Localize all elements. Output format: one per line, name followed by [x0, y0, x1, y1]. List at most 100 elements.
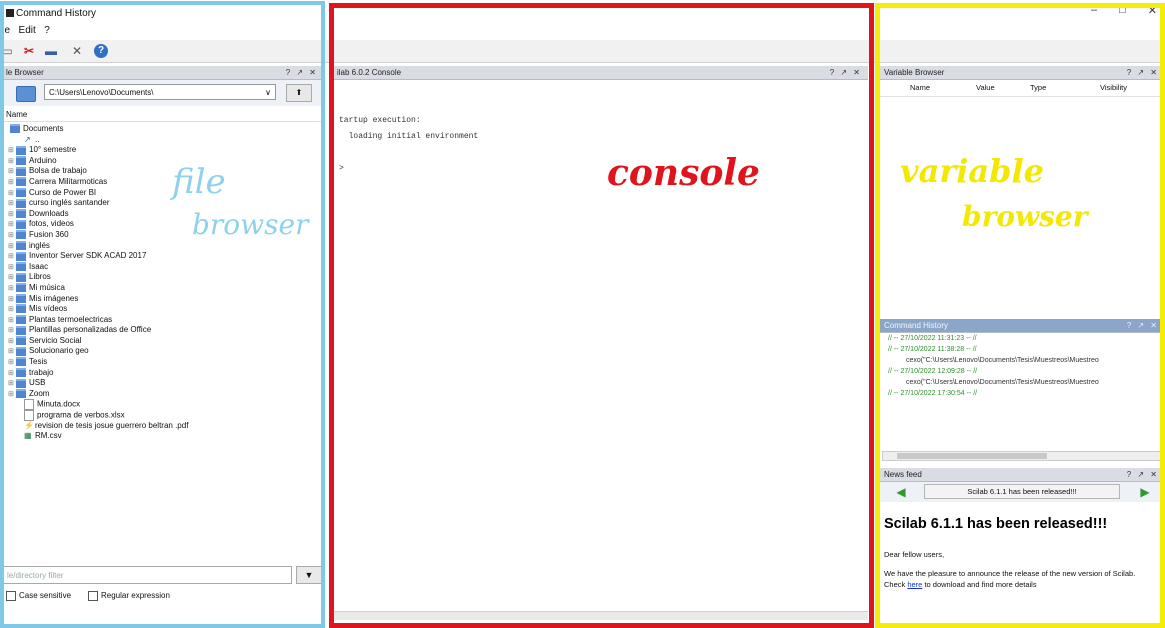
- next-arrow-icon[interactable]: ▶: [1136, 485, 1154, 499]
- tree-item-label: ..: [35, 134, 40, 144]
- console-header: ilab 6.0.2 Console ? ↗ ✕: [333, 66, 868, 80]
- help-icon[interactable]: ?: [94, 44, 108, 58]
- regex-checkbox[interactable]: [88, 590, 98, 601]
- history-session[interactable]: // -- 27/10/2022 11:31:23 -- //: [888, 335, 977, 342]
- folder-icon: [16, 272, 26, 282]
- menu-edit[interactable]: Edit: [19, 25, 36, 36]
- tree-item[interactable]: ⊞ trabajo: [2, 368, 320, 379]
- news-greeting: Dear fellow users,: [884, 550, 945, 559]
- tree-item-label: inglés: [29, 240, 50, 250]
- history-session[interactable]: // -- 27/10/2022 17:30:54 -- //: [888, 390, 977, 397]
- parent-directory-button[interactable]: ⬆: [286, 84, 312, 102]
- filter-input[interactable]: le/directory filter: [2, 566, 292, 584]
- tree-item-label: Mis imágenes: [29, 293, 79, 303]
- minimize-button[interactable]: –: [1091, 4, 1097, 17]
- folder-icon: [16, 315, 26, 325]
- console-scrollbar[interactable]: [333, 611, 868, 620]
- print-icon[interactable]: ▬: [44, 44, 58, 58]
- tree-item[interactable]: ⊞ Tesis: [2, 357, 320, 368]
- maximize-button[interactable]: □: [1119, 4, 1126, 17]
- case-sensitive-option[interactable]: Case sensitive: [6, 590, 71, 602]
- tree-item[interactable]: ⊞ Isaac: [2, 262, 320, 273]
- close-button[interactable]: ✕: [1148, 4, 1157, 17]
- news-headline: Scilab 6.1.1 has been released!!!: [884, 516, 1108, 532]
- news-body: We have the pleasure to announce the rel…: [884, 568, 1154, 590]
- panel-controls[interactable]: ? ↗ ✕: [1127, 319, 1159, 333]
- tree-item[interactable]: ⚡revision de tesis josue guerrero beltra…: [2, 421, 320, 432]
- file-tree: Documents ↗.. ⊞ 10° semestre ⊞ Arduino ⊞ Bolsa …: [2, 124, 320, 442]
- console-panel[interactable]: ilab 6.0.2 Console ? ↗ ✕ tartup executio…: [333, 66, 868, 622]
- cut-icon[interactable]: ✂: [22, 44, 36, 58]
- document-icon: [24, 410, 34, 422]
- tree-item[interactable]: ↗..: [2, 135, 320, 146]
- tree-item[interactable]: ⊞ Carrera Militarmoticas: [2, 177, 320, 188]
- column-name[interactable]: Name: [910, 80, 930, 96]
- tree-item[interactable]: ⊞ Libros: [2, 272, 320, 283]
- console-line: loading initial environment: [339, 132, 479, 141]
- tree-item[interactable]: ⊞ USB: [2, 378, 320, 389]
- scroll-thumb[interactable]: [897, 453, 1047, 459]
- variable-browser-header: Variable Browser ? ↗ ✕: [880, 66, 1165, 80]
- folder-icon: [16, 346, 26, 356]
- copy-icon[interactable]: ▭: [0, 44, 14, 58]
- news-feed-header: News feed ? ↗ ✕: [880, 468, 1165, 482]
- menu-help[interactable]: ?: [44, 25, 50, 36]
- tree-item[interactable]: ⊞ Bolsa de trabajo: [2, 166, 320, 177]
- tree-item[interactable]: ⊞ Mi música: [2, 283, 320, 294]
- path-combobox[interactable]: C:\Users\Lenovo\Documents\ ∨: [44, 84, 276, 100]
- panel-controls[interactable]: ? ↗ ✕: [1127, 66, 1159, 80]
- panel-controls[interactable]: ? ↗ ✕: [286, 66, 318, 80]
- column-header-name[interactable]: Name: [2, 108, 324, 122]
- console-title: ilab 6.0.2 Console: [337, 68, 402, 77]
- regex-option[interactable]: Regular expression: [88, 590, 170, 602]
- tree-item[interactable]: ⊞ Zoom: [2, 389, 320, 400]
- tree-item[interactable]: ⊞ Arduino: [2, 156, 320, 167]
- tree-item[interactable]: ⊞ Curso de Power BI: [2, 188, 320, 199]
- news-feed-panel: News feed ? ↗ ✕ ◀ Scilab 6.1.1 has been …: [880, 468, 1165, 624]
- file-browser-title: le Browser: [6, 68, 44, 77]
- tree-item-label: trabajo: [29, 367, 54, 377]
- tools-icon[interactable]: ✕: [70, 44, 84, 58]
- tree-item[interactable]: ⊞ Solucionario geo: [2, 346, 320, 357]
- history-scrollbar[interactable]: [882, 451, 1163, 461]
- history-command[interactable]: cexo("C:\Users\Lenovo\Documents\Tesis\Mu…: [906, 379, 1099, 386]
- filter-icon[interactable]: ▼: [296, 566, 322, 584]
- file-browser-annotation: browser: [192, 208, 309, 241]
- panel-controls[interactable]: ? ↗ ✕: [830, 66, 862, 80]
- history-command[interactable]: cexo("C:\Users\Lenovo\Documents\Tesis\Mu…: [906, 357, 1099, 364]
- column-value[interactable]: Value: [976, 80, 995, 96]
- column-visibility[interactable]: Visibility: [1100, 80, 1127, 96]
- folder-icon: [16, 209, 26, 219]
- column-type[interactable]: Type: [1030, 80, 1046, 96]
- console-annotation: console: [607, 152, 760, 194]
- tree-item[interactable]: ⊞ Plantillas personalizadas de Office: [2, 325, 320, 336]
- tree-item[interactable]: ⊞ 10° semestre: [2, 145, 320, 156]
- previous-arrow-icon[interactable]: ◀: [892, 485, 910, 499]
- history-session[interactable]: // -- 27/10/2022 12:09:28 -- //: [888, 368, 977, 375]
- tree-item[interactable]: ⊞ Mis vídeos: [2, 304, 320, 315]
- tree-item-label: Fusion 360: [29, 229, 69, 239]
- console-prompt[interactable]: >: [339, 164, 344, 173]
- tree-item[interactable]: ⊞ Servicio Social: [2, 336, 320, 347]
- menu-file[interactable]: ile: [0, 25, 10, 36]
- tree-item[interactable]: ⊞ Plantas termoelectricas: [2, 315, 320, 326]
- news-link[interactable]: here: [907, 580, 922, 589]
- tree-item[interactable]: programa de verbos.xlsx: [2, 410, 320, 422]
- tree-item[interactable]: ⊞ inglés: [2, 241, 320, 252]
- variable-browser-annotation: browser: [962, 200, 1088, 233]
- case-sensitive-checkbox[interactable]: [6, 590, 16, 601]
- history-session[interactable]: // -- 27/10/2022 11:38:28 -- //: [888, 346, 977, 353]
- tree-item-label: Zoom: [29, 388, 50, 398]
- case-sensitive-label: Case sensitive: [19, 591, 72, 600]
- panel-controls[interactable]: ? ↗ ✕: [1127, 468, 1159, 482]
- chevron-down-icon[interactable]: ∨: [265, 85, 271, 101]
- menu-bar: ile Edit ?: [0, 22, 330, 40]
- folder-icon: [16, 368, 26, 378]
- tree-item[interactable]: ⊞ Inventor Server SDK ACAD 2017: [2, 251, 320, 262]
- tree-item[interactable]: ⊞ Mis imágenes: [2, 294, 320, 305]
- tree-item[interactable]: Documents: [2, 124, 320, 135]
- tree-item[interactable]: Minuta.docx: [2, 399, 320, 411]
- tree-item-label: Arduino: [29, 155, 57, 165]
- folder-icon[interactable]: [16, 86, 36, 102]
- tree-item[interactable]: ▦ RM.csv: [2, 431, 320, 442]
